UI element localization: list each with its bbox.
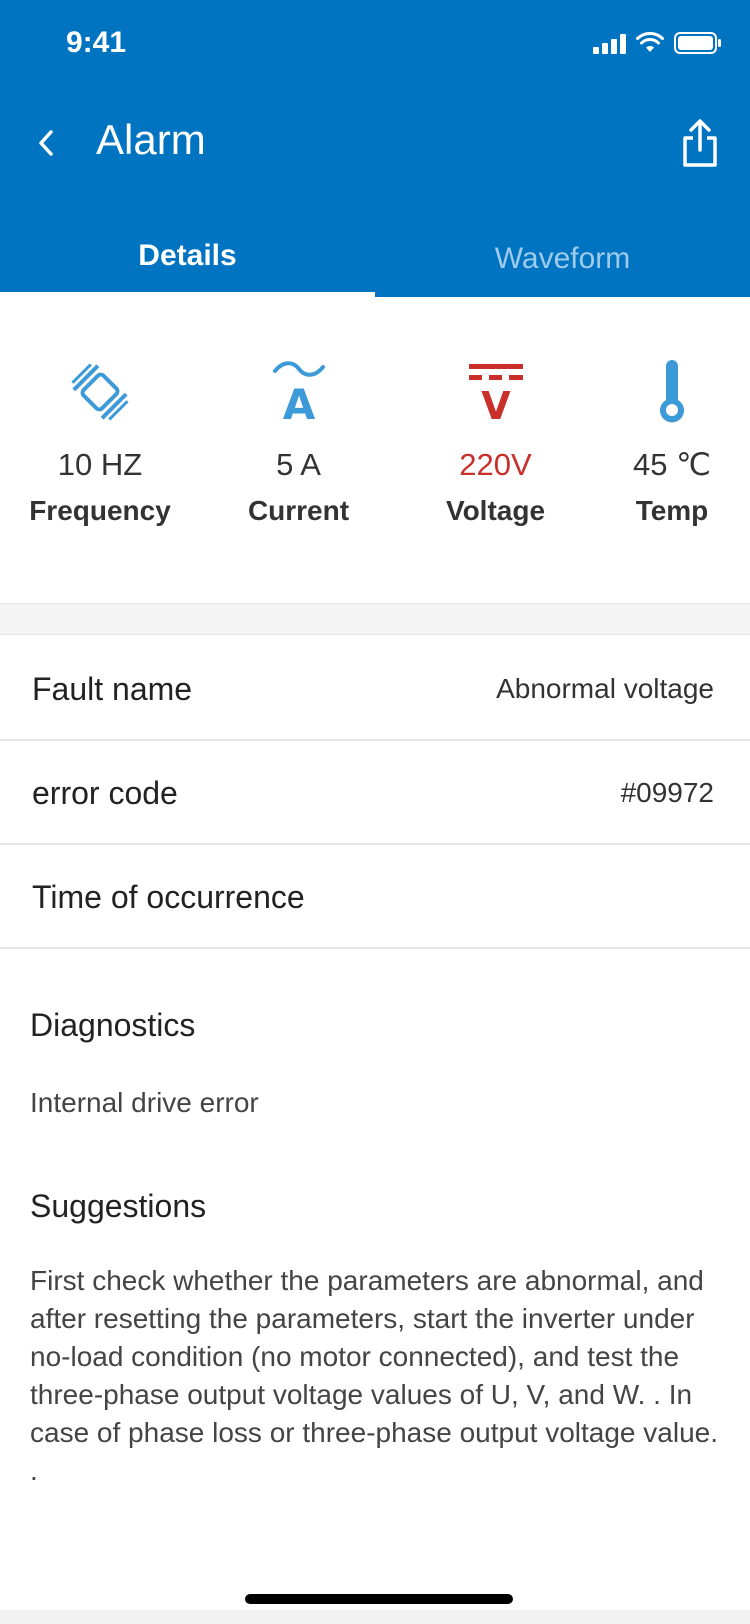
frequency-value: 10 HZ [57,447,143,482]
suggestions-title: Suggestions [30,1188,207,1224]
metric-temp: 45 ℃ Temp [594,357,750,603]
metric-current: A 5 A Current [200,357,397,603]
tab-bar: Details Waveform [0,220,750,297]
wifi-icon [636,32,664,52]
time-of-occurrence-label: Time of occurrence [32,879,305,915]
error-code-label: error code [32,775,178,811]
fault-name-label: Fault name [32,671,193,707]
error-code-row: error code #09972 [0,741,750,845]
voltage-icon: V [461,357,531,427]
share-button[interactable] [678,118,722,170]
error-code-value: #09972 [620,777,714,808]
metric-frequency: 10 HZ Frequency [0,357,200,603]
thermometer-icon [637,357,707,427]
signal-icon [593,34,626,54]
bottom-safe-area [0,1610,750,1624]
metric-voltage: V 220V Voltage [397,357,594,603]
chevron-left-icon [39,130,53,156]
temp-value: 45 ℃ [633,447,711,482]
voltage-value: 220V [459,447,532,482]
voltage-label: Voltage [445,495,546,526]
tab-details[interactable]: Details [0,220,375,297]
suggestions-text: First check whether the parameters are a… [30,1265,718,1486]
temp-label: Temp [635,495,709,526]
frequency-label: Frequency [29,495,171,526]
svg-text:V: V [481,384,511,423]
time-of-occurrence-row: Time of occurrence [0,845,750,949]
fault-name-value: Abnormal voltage [496,673,714,704]
status-icons [593,32,722,54]
section-divider [0,603,750,635]
app-bar: 9:41 Alarm Details Waveform [0,0,750,297]
page-title: Alarm [96,116,206,163]
fault-name-row: Fault name Abnormal voltage [0,637,750,741]
current-value: 5 A [276,447,321,482]
current-label: Current [247,495,350,526]
status-time: 9:41 [66,26,127,59]
tab-waveform[interactable]: Waveform [375,220,750,297]
current-icon: A [264,357,334,427]
share-icon [683,119,717,167]
frequency-icon [65,357,135,427]
home-indicator[interactable] [245,1594,513,1604]
diagnostics-title: Diagnostics [30,1007,196,1043]
metrics-panel: 10 HZ Frequency A 5 A Current V 220V Vol… [0,297,750,603]
back-button[interactable] [26,118,66,168]
battery-icon [674,32,721,54]
svg-text:A: A [282,380,315,423]
diagnostics-text: Internal drive error [30,1087,259,1118]
